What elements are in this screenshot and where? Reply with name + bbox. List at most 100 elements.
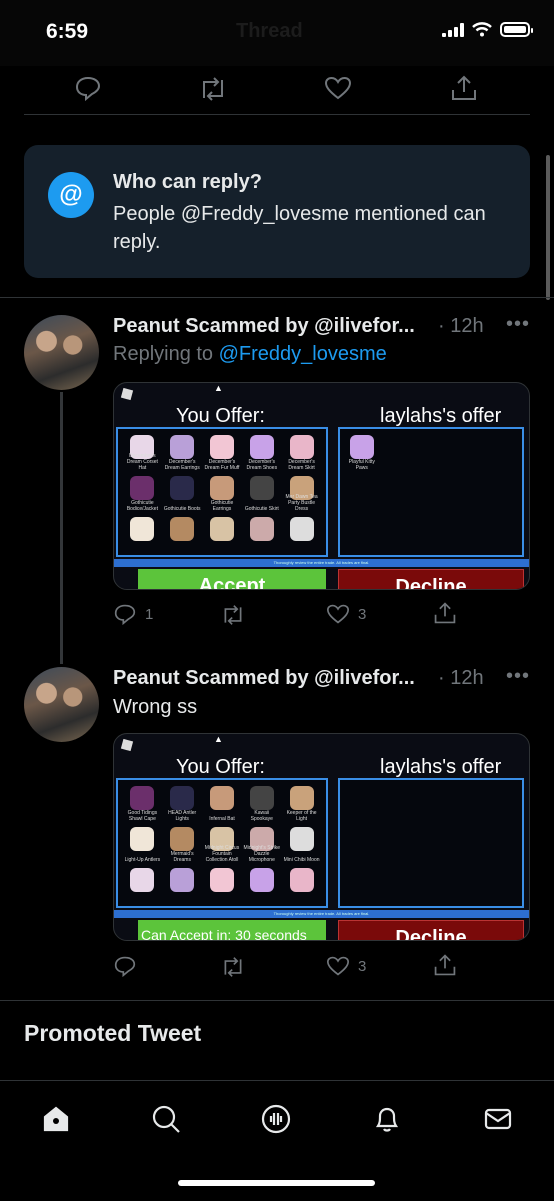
scrollbar[interactable] xyxy=(546,155,550,300)
avatar[interactable] xyxy=(24,315,99,390)
retweet-button[interactable] xyxy=(220,604,246,626)
accept-button: Accept xyxy=(138,569,326,589)
reply-icon xyxy=(114,956,136,977)
more-options-button[interactable]: ••• xyxy=(506,313,530,336)
cellular-signal-icon xyxy=(442,22,464,37)
trade-item-label: Infernal Bat xyxy=(209,816,235,822)
reply-button-prev[interactable] xyxy=(74,75,102,101)
like-count: 3 xyxy=(358,957,367,975)
trade-item-label: Gothicutie Earrings xyxy=(210,500,234,512)
trade-item xyxy=(124,866,161,904)
scroll-up-icon: ▲ xyxy=(214,383,223,393)
trade-item-label: Good Tidings Shawl Cape xyxy=(127,810,158,822)
share-button-prev[interactable] xyxy=(450,74,478,102)
trade-item-icon xyxy=(130,868,155,892)
heart-icon xyxy=(326,956,350,976)
trade-item-label: Midnight's Strike Dazzle Microphone xyxy=(243,845,281,863)
share-button[interactable] xyxy=(433,601,457,625)
trade-item-label: December's Dream Skirt xyxy=(288,459,315,471)
trade-item: Gothicutie Bodice/Jacket xyxy=(124,474,161,512)
trade-item xyxy=(283,515,320,553)
trade-item-icon xyxy=(289,868,314,892)
trade-item-icon xyxy=(170,517,195,541)
divider xyxy=(0,297,554,298)
retweet-icon xyxy=(203,77,223,101)
status-time: 6:59 xyxy=(46,20,89,43)
replying-prefix: Replying to xyxy=(113,343,214,365)
home-indicator[interactable] xyxy=(178,1180,375,1186)
tweet-image[interactable]: ▲ You Offer: laylahs's offer December's … xyxy=(113,382,530,590)
tab-search[interactable] xyxy=(150,1103,182,1135)
divider xyxy=(24,114,530,115)
like-button-prev[interactable] xyxy=(324,75,352,101)
trade-item: Midnight Circus Fountain Collection Atol… xyxy=(204,825,241,863)
trade-item: Infernal Bat xyxy=(204,784,241,822)
share-icon xyxy=(434,954,456,976)
reply-restriction-text: People @Freddy_lovesme mentioned can rep… xyxy=(113,203,486,253)
trade-item xyxy=(124,515,161,553)
tweet-author-name[interactable]: Peanut Scammed by @ilivefor... xyxy=(113,315,415,338)
more-options-button[interactable]: ••• xyxy=(506,665,530,688)
tweet-author-name[interactable]: Peanut Scammed by @ilivefor... xyxy=(113,667,415,690)
trade-item: Gothicutie Skirt xyxy=(243,474,280,512)
like-button[interactable]: 3 xyxy=(326,955,366,977)
retweet-button[interactable] xyxy=(220,956,246,978)
reply-button[interactable] xyxy=(113,955,137,977)
trade-item-icon xyxy=(209,435,234,459)
trade-item-icon xyxy=(249,868,274,892)
trade-item-icon xyxy=(209,517,234,541)
trade-item-icon xyxy=(289,517,314,541)
notifications-icon xyxy=(375,1107,399,1132)
trade-item: December's Dream Earrings xyxy=(164,433,201,471)
trade-item xyxy=(243,515,280,553)
trade-item: Good Tidings Shawl Cape xyxy=(124,784,161,822)
share-button[interactable] xyxy=(433,953,457,977)
trade-item-label: Gothicutie Bodice/Jacket xyxy=(126,500,158,512)
search-icon xyxy=(152,1105,180,1133)
tab-notifications[interactable] xyxy=(371,1103,403,1135)
tweet-timestamp[interactable]: · 12h xyxy=(438,315,484,338)
trade-item-label: Playful Kitty Paws xyxy=(348,459,375,471)
trade-item-icon xyxy=(130,827,155,851)
trade-item-icon xyxy=(130,786,155,810)
tab-home[interactable] xyxy=(40,1103,72,1135)
roblox-logo-icon xyxy=(120,738,134,752)
divider xyxy=(0,1000,554,1001)
reply-icon xyxy=(75,76,101,101)
tweet-timestamp[interactable]: · 12h xyxy=(438,667,484,690)
trade-item: Gothicutie Boots xyxy=(164,474,201,512)
tab-messages[interactable] xyxy=(482,1103,514,1135)
trade-item-label: Mer Dawn Tea Party Bustle Dress xyxy=(285,494,318,512)
their-offer-panel xyxy=(338,778,524,908)
trade-item-icon xyxy=(170,435,195,459)
retweet-button-prev[interactable] xyxy=(198,76,228,102)
reply-button[interactable]: 1 xyxy=(113,603,153,625)
heart-icon xyxy=(326,604,350,624)
replying-handle[interactable]: @Freddy_lovesme xyxy=(219,343,387,365)
home-icon xyxy=(43,1106,69,1132)
trade-item-icon xyxy=(249,786,274,810)
trade-item: Mer Dawn Tea Party Bustle Dress xyxy=(283,474,320,512)
trade-item-label: Gothicutie Boots xyxy=(163,506,201,512)
trade-item-icon xyxy=(170,786,195,810)
messages-icon xyxy=(484,1108,512,1130)
their-offer-title: laylahs's offer xyxy=(380,756,502,778)
trade-item: Mini Chibi Moon xyxy=(283,825,320,863)
like-button[interactable]: 3 xyxy=(326,603,366,625)
like-count: 3 xyxy=(358,605,367,623)
trade-item-label: Mini Chibi Moon xyxy=(283,857,320,863)
trade-item xyxy=(243,866,280,904)
trade-item-label: Kawaii Spookaye xyxy=(250,810,273,822)
you-offer-title: You Offer: xyxy=(176,405,265,427)
tab-spaces[interactable] xyxy=(260,1103,292,1135)
trade-item-icon xyxy=(130,517,155,541)
trade-item: Midnight's Strike Dazzle Microphone xyxy=(243,825,280,863)
tweet-image[interactable]: ▲ You Offer: laylahs's offer Good Tiding… xyxy=(113,733,530,941)
avatar[interactable] xyxy=(24,667,99,742)
their-offer-title: laylahs's offer xyxy=(380,405,502,427)
you-offer-title: You Offer: xyxy=(176,756,265,778)
trade-item-icon xyxy=(209,868,234,892)
trade-item xyxy=(283,866,320,904)
trade-item: Light-Up Antlers xyxy=(124,825,161,863)
trade-item-icon xyxy=(289,435,314,459)
